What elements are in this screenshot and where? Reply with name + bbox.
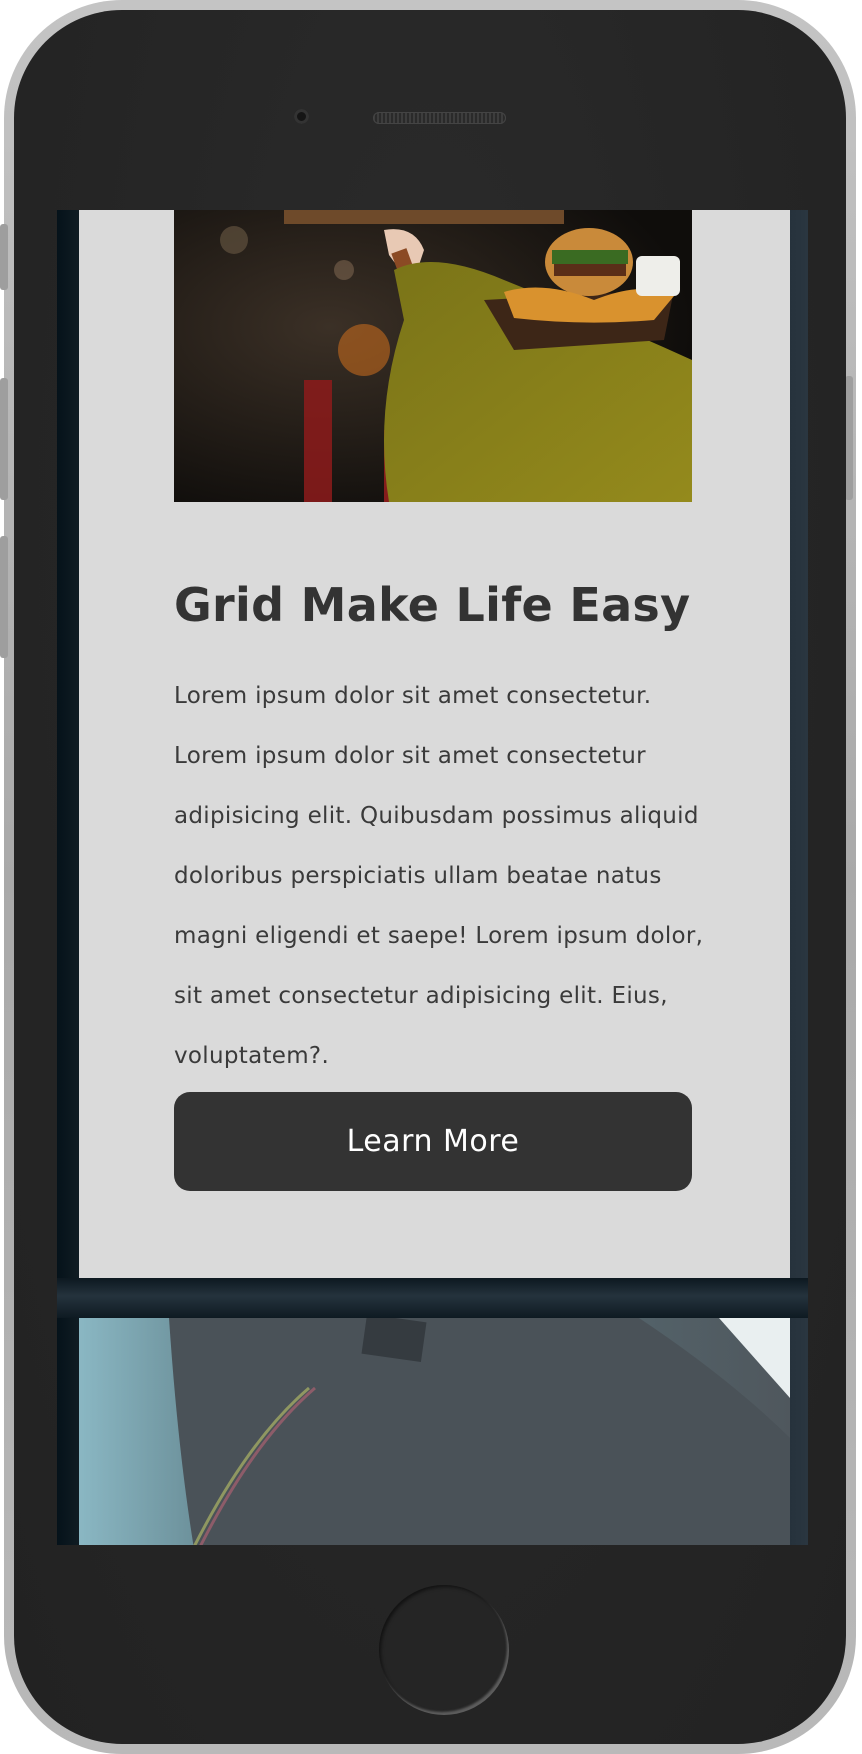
burger-photo xyxy=(174,210,692,502)
speaker-grille-icon xyxy=(373,112,506,124)
section-divider xyxy=(57,1278,808,1318)
learn-more-button[interactable]: Learn More xyxy=(174,1092,692,1191)
card-description: Lorem ipsum dolor sit amet consectetur. … xyxy=(174,683,704,1069)
volume-down-button xyxy=(0,536,8,658)
volume-up-button xyxy=(0,378,8,500)
power-button xyxy=(845,376,853,500)
card-title: Grid Make Life Easy xyxy=(174,578,691,632)
phone-mockup: Grid Make Life Easy Lorem ipsum dolor si… xyxy=(0,0,856,1754)
side-switch xyxy=(0,224,8,290)
card-image xyxy=(174,210,692,502)
next-card-image xyxy=(79,1318,790,1545)
content-card: Grid Make Life Easy Lorem ipsum dolor si… xyxy=(79,210,790,1278)
home-button-icon[interactable] xyxy=(379,1585,509,1715)
phone-frame: Grid Make Life Easy Lorem ipsum dolor si… xyxy=(14,10,846,1744)
phone-screen[interactable]: Grid Make Life Easy Lorem ipsum dolor si… xyxy=(57,210,808,1545)
camera-icon xyxy=(294,109,309,124)
building-photo xyxy=(79,1318,790,1545)
